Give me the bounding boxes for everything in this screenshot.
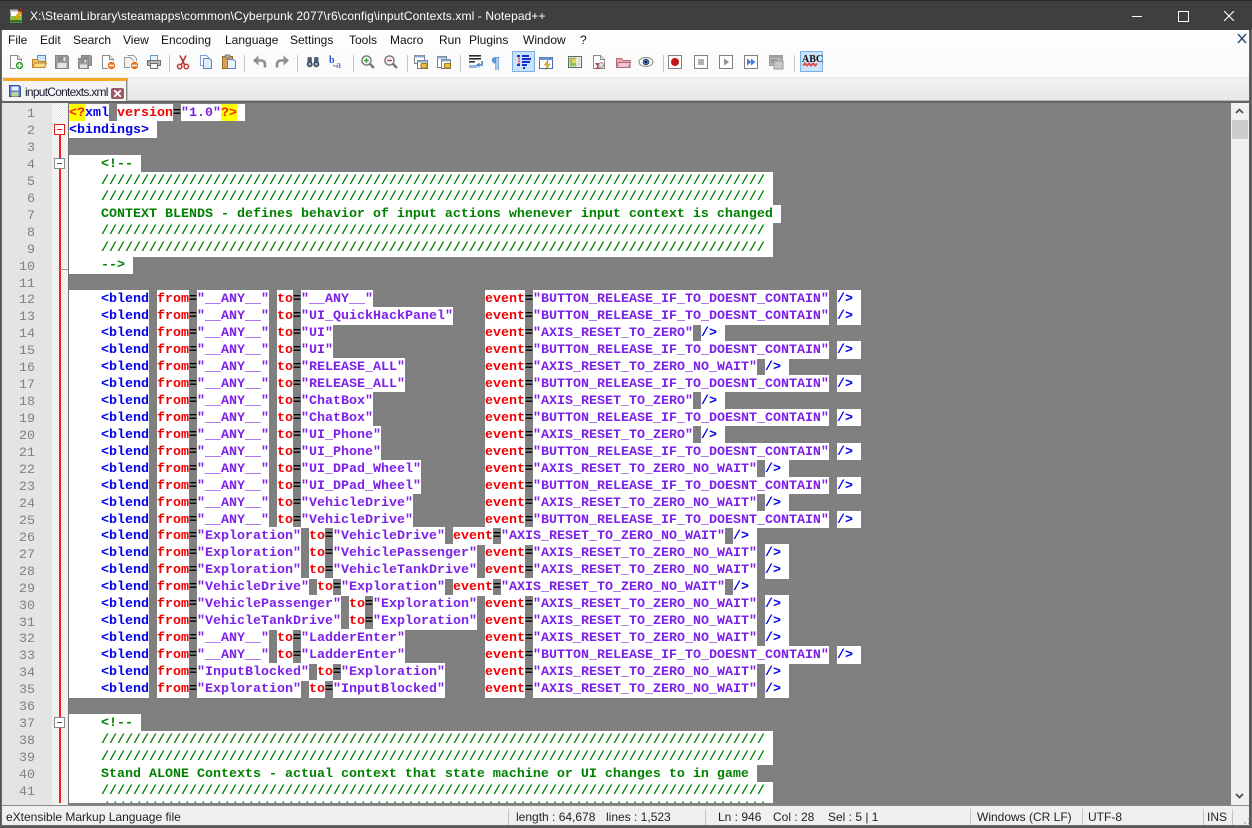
svg-text:a: a <box>336 60 341 70</box>
svg-text:¶: ¶ <box>491 54 500 70</box>
svg-text:b: b <box>329 55 335 66</box>
